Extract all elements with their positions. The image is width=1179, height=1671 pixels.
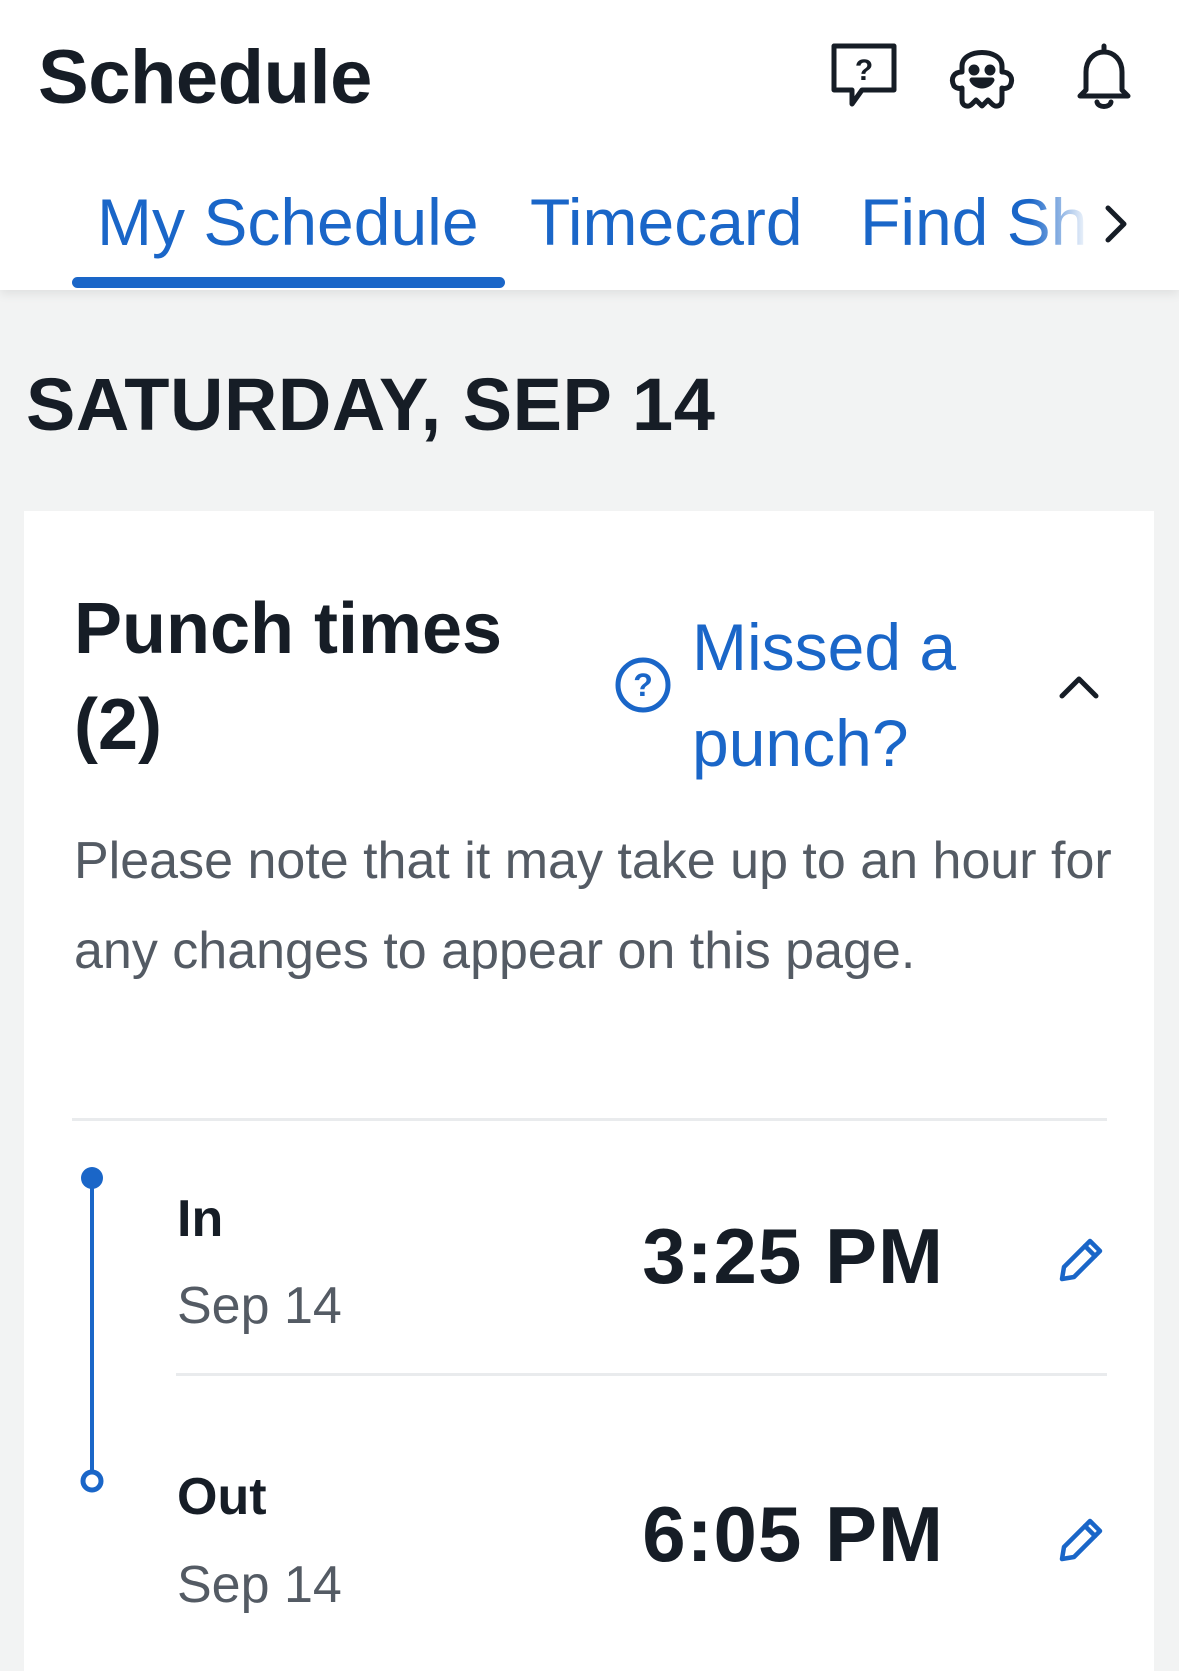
punch-type-label: In <box>177 1190 224 1248</box>
punch-time: 6:05 PM <box>642 1490 944 1578</box>
tab-timecard[interactable]: Timecard <box>530 184 803 260</box>
tab-bar: My Schedule Timecard Find Sh <box>0 170 1179 290</box>
punch-times-card: Punch times (2) ? Missed a punch? Please… <box>24 511 1154 1671</box>
help-chat-icon[interactable]: ? <box>826 38 902 114</box>
punch-date: Sep 14 <box>177 1556 342 1614</box>
row-divider <box>176 1373 1107 1376</box>
missed-punch-link[interactable]: Missed a punch? <box>692 599 992 791</box>
tab-overflow-fade <box>1030 170 1100 270</box>
bell-icon[interactable] <box>1066 38 1142 114</box>
punch-time: 3:25 PM <box>642 1212 944 1300</box>
svg-text:?: ? <box>855 54 873 87</box>
pencil-icon[interactable] <box>1054 1231 1110 1287</box>
active-tab-indicator <box>72 277 505 288</box>
top-header: Schedule ? My Schedule Timecard Find Sh <box>0 0 1179 290</box>
chevron-up-icon[interactable] <box>1054 666 1104 706</box>
punch-type-label: Out <box>177 1468 267 1526</box>
question-circle-icon[interactable]: ? <box>614 656 672 714</box>
svg-text:?: ? <box>633 667 653 703</box>
pencil-icon[interactable] <box>1054 1511 1110 1567</box>
chevron-right-icon[interactable] <box>1096 194 1138 254</box>
info-note: Please note that it may take up to an ho… <box>74 832 1112 980</box>
punch-timeline <box>72 1161 112 1501</box>
page-title: Schedule <box>38 35 372 120</box>
card-title: Punch times (2) <box>74 589 503 765</box>
punch-date: Sep 14 <box>177 1277 342 1335</box>
date-heading: SATURDAY, SEP 14 <box>26 363 716 446</box>
mascot-icon[interactable] <box>944 38 1020 114</box>
section-divider <box>72 1118 1107 1121</box>
tab-my-schedule[interactable]: My Schedule <box>97 184 479 260</box>
